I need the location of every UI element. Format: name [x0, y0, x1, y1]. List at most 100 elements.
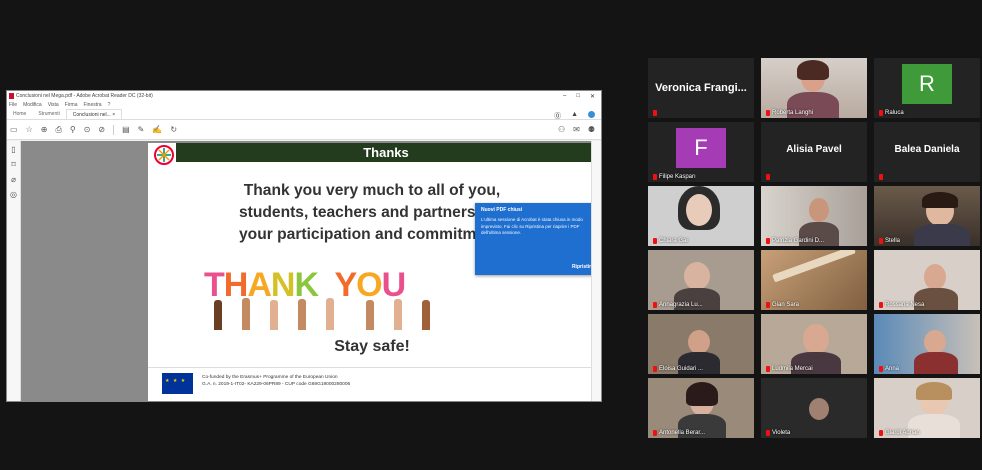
video-feed	[648, 314, 754, 374]
muted-mic-icon	[766, 238, 770, 244]
participant-tile[interactable]: Gian Sara	[761, 250, 867, 310]
muted-mic-icon	[766, 366, 770, 372]
participant-tile[interactable]: Annagrazia Lu...	[648, 250, 754, 310]
user-share-icon[interactable]: ⚉	[588, 125, 595, 134]
mail-icon[interactable]: ✉	[573, 125, 580, 134]
tab-bar: Home Strumenti Conclusioni nel... × ⓪ ▲	[7, 109, 601, 120]
bookmark-icon[interactable]: ☆	[26, 125, 33, 134]
participant-tile[interactable]: Balea Daniela	[874, 122, 980, 182]
menu-bar: File Modifica Vista Firma Finestra ?	[7, 101, 601, 109]
participant-label	[766, 174, 770, 180]
user-avatar[interactable]	[588, 111, 595, 118]
participant-tile[interactable]: Eloisa Guidari ...	[648, 314, 754, 374]
menu-vista[interactable]: Vista	[48, 102, 59, 108]
hands-illustration	[200, 296, 443, 330]
participant-tile[interactable]: Violeta	[761, 378, 867, 438]
minimize-button[interactable]: –	[563, 93, 566, 100]
tab-document[interactable]: Conclusioni nel... ×	[65, 109, 123, 119]
tab-strumenti[interactable]: Strumenti	[32, 109, 65, 119]
slide-footer: Co-funded by the Erasmus+ Programme of t…	[148, 367, 596, 401]
participant-tile-active-speaker[interactable]: Stella	[874, 186, 980, 246]
attachment-icon[interactable]: ⌀	[11, 175, 16, 184]
participant-tile[interactable]: F Filipe Kasparı	[648, 122, 754, 182]
search-icon[interactable]: ⚲	[70, 125, 76, 134]
page-up-icon[interactable]: ⊙	[84, 125, 91, 134]
sign-icon[interactable]: ✍	[152, 125, 162, 134]
video-feed	[648, 186, 754, 246]
participant-tile[interactable]: Roberta Langhi	[761, 58, 867, 118]
menu-modifica[interactable]: Modifica	[23, 102, 42, 108]
muted-mic-icon	[653, 174, 657, 180]
muted-mic-icon	[879, 110, 883, 116]
muted-mic-icon	[879, 366, 883, 372]
slide-title: Thanks	[176, 143, 596, 162]
muted-mic-icon	[879, 174, 883, 180]
participant-tile[interactable]: Antonella Berar...	[648, 378, 754, 438]
menu-file[interactable]: File	[9, 102, 17, 108]
participant-label: Roberta Langhi	[766, 110, 813, 116]
layers-icon[interactable]: ◎	[10, 190, 17, 199]
video-feed	[761, 314, 867, 374]
participant-label: Annagrazia Lu...	[653, 302, 703, 308]
video-feed	[761, 58, 867, 118]
muted-mic-icon	[766, 302, 770, 308]
pages-icon[interactable]: ▯	[11, 145, 15, 154]
participant-tile[interactable]: Patrizia Gardini D...	[761, 186, 867, 246]
share-icon[interactable]: ↻	[170, 125, 177, 134]
notification-title: Nuovi PDF chiusi	[481, 207, 523, 213]
close-window-button[interactable]: ✕	[590, 93, 595, 100]
document-viewer[interactable]: Thanks Thank you very much to all of you…	[21, 141, 601, 401]
recovery-notification: Nuovi PDF chiusi × L'ultima sessione di …	[475, 203, 601, 275]
muted-mic-icon	[766, 430, 770, 436]
comment-icon[interactable]: ▤	[122, 125, 130, 134]
muted-mic-icon	[653, 430, 657, 436]
participant-label: Stella	[879, 238, 900, 244]
tab-home[interactable]: Home	[7, 109, 32, 119]
muted-mic-icon	[766, 174, 770, 180]
upload-icon[interactable]: ⊕	[41, 125, 48, 134]
toolbar-separator	[113, 124, 115, 135]
funding-line-1: Co-funded by the Erasmus+ Programme of t…	[202, 375, 338, 380]
participant-tile[interactable]: Giardi Adrian	[874, 378, 980, 438]
muted-mic-icon	[879, 430, 883, 436]
participant-tile[interactable]: Chiara Gai	[648, 186, 754, 246]
menu-finestra[interactable]: Finestra	[84, 102, 102, 108]
participant-tile[interactable]: R Raluca	[874, 58, 980, 118]
participant-tile[interactable]: Veronica Frangi...	[648, 58, 754, 118]
participant-label: Antonella Berar...	[653, 430, 705, 436]
participant-tile[interactable]: Rossana Nesa	[874, 250, 980, 310]
print-icon[interactable]: ⎙	[55, 125, 61, 135]
save-icon[interactable]: ▭	[10, 125, 18, 134]
video-feed	[648, 378, 754, 438]
participant-label: Chiara Gai	[653, 238, 688, 244]
avatar: F	[676, 128, 726, 168]
avatar: R	[902, 64, 952, 104]
participant-video-grid: Veronica Frangi... Roberta Langhi R Ralu…	[648, 58, 980, 438]
video-feed	[874, 186, 980, 246]
participant-label: Violeta	[766, 430, 790, 436]
bookmarks-panel-icon[interactable]: ⌑	[11, 160, 15, 169]
share-link-icon[interactable]: ⚇	[558, 125, 565, 134]
menu-help[interactable]: ?	[108, 102, 111, 108]
muted-mic-icon	[653, 110, 657, 116]
participant-label: Giardi Adrian	[879, 430, 920, 436]
right-tools-panel[interactable]	[591, 141, 601, 401]
project-logo	[154, 145, 174, 165]
participant-label: Filipe Kasparı	[653, 174, 696, 180]
muted-mic-icon	[653, 238, 657, 244]
participant-label: Eloisa Guidari ...	[653, 366, 703, 372]
pen-icon[interactable]: ✎	[138, 125, 145, 134]
participant-name-large: Balea Daniela	[894, 144, 960, 155]
menu-firma[interactable]: Firma	[65, 102, 78, 108]
participant-label	[653, 110, 657, 116]
participant-tile[interactable]: Ludmila Mercai	[761, 314, 867, 374]
maximize-button[interactable]: □	[576, 93, 580, 100]
video-feed	[874, 314, 980, 374]
video-feed	[874, 250, 980, 310]
message-line-1: Thank you very much to all of you,	[243, 182, 501, 199]
participant-label: Patrizia Gardini D...	[766, 238, 824, 244]
page-down-icon[interactable]: ⊘	[98, 125, 105, 134]
participant-tile[interactable]: Alisia Pavel	[761, 122, 867, 182]
participant-tile[interactable]: Anna	[874, 314, 980, 374]
shared-screen-acrobat-window: Conclusioni nel Mega.pdf - Adobe Acrobat…	[6, 90, 602, 402]
